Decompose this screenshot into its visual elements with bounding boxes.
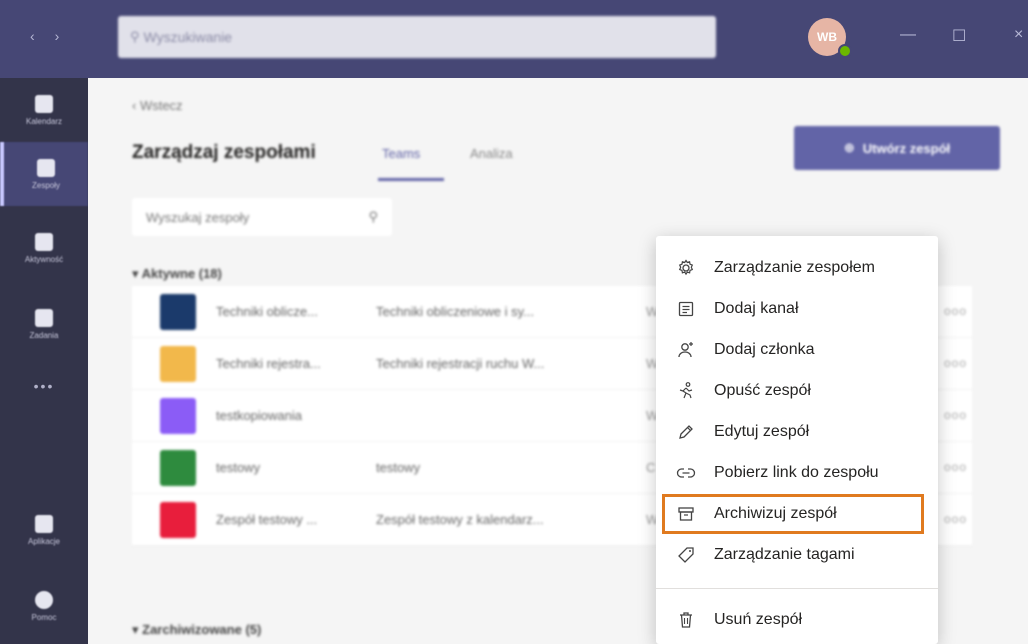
rail-item-activity[interactable]: Aktywność — [0, 216, 88, 280]
search-placeholder: Wyszukiwanie — [143, 29, 233, 45]
team-search-input[interactable]: Wyszukaj zespoły ⚲ — [132, 198, 392, 236]
menu-item-manage-tags[interactable]: Zarządzanie tagami — [656, 535, 938, 575]
team-logo — [160, 294, 196, 330]
rail-label: Zespoły — [31, 180, 60, 190]
team-name: testowy — [216, 460, 261, 475]
team-logo — [160, 502, 196, 538]
more-options-icon[interactable]: ooo — [944, 460, 967, 474]
section-label: Aktywne (18) — [141, 266, 222, 281]
forward-arrow-icon[interactable]: › — [55, 28, 60, 44]
menu-item-label: Opuść zespół — [714, 382, 811, 399]
gear-icon — [678, 259, 694, 276]
team-description: Techniki rejestracji ruchu W... — [376, 356, 545, 371]
section-label: Zarchiwizowane (5) — [142, 622, 262, 637]
rail-label: Zadania — [29, 330, 59, 340]
search-icon: ⚲ — [130, 29, 140, 44]
minimize-icon[interactable]: — — [900, 26, 916, 44]
more-options-icon[interactable]: ooo — [944, 512, 967, 526]
title-bar: ‹ › ⚲ Wyszukiwanie WB — ☐ × — [0, 0, 1028, 78]
team-description: Techniki obliczeniowe i sy... — [376, 304, 534, 319]
collapse-icon: ▾ — [132, 266, 142, 281]
collapse-icon: ▾ — [132, 622, 143, 637]
tab-analytics[interactable]: Analiza — [470, 146, 513, 161]
menu-item-get-link[interactable]: Pobierz link do zespołu — [656, 453, 938, 493]
rail-item-help[interactable]: Pomoc — [0, 574, 88, 638]
team-name: Zespół testowy ... — [216, 512, 318, 527]
rail-item-teams[interactable]: Zespoły — [0, 142, 88, 206]
menu-item-leave-team[interactable]: Opuść zespół — [656, 371, 938, 411]
back-arrow-icon[interactable]: ‹ — [30, 28, 35, 44]
app-rail: Kalendarz Zespoły Aktywność Zadania ••• … — [0, 78, 88, 644]
presence-status-icon — [838, 44, 852, 58]
menu-item-archive-team[interactable]: Archiwizuj zespół — [662, 494, 924, 534]
menu-item-label: Archiwizuj zespół — [714, 505, 837, 522]
menu-item-edit-team[interactable]: Edytuj zespół — [656, 412, 938, 452]
create-team-button[interactable]: ⊕ Utwórz zespół — [794, 126, 1000, 170]
link-icon — [676, 468, 696, 478]
page-title: Zarządzaj zespołami — [132, 142, 316, 163]
tab-teams[interactable]: Teams — [382, 146, 420, 161]
team-description: testowy — [376, 460, 421, 475]
apps-icon — [35, 514, 53, 533]
archive-icon — [678, 507, 694, 521]
rail-item-tasks[interactable]: Zadania — [0, 292, 88, 356]
team-logo — [160, 346, 196, 382]
menu-item-label: Usuń zespół — [714, 611, 803, 628]
menu-item-manage-team[interactable]: Zarządzanie zespołem — [656, 248, 938, 288]
close-icon[interactable]: × — [1014, 26, 1023, 44]
team-description: Zespół testowy z kalendarz... — [376, 512, 544, 527]
channel-icon — [678, 301, 694, 317]
menu-item-label: Zarządzanie tagami — [714, 546, 855, 563]
menu-item-add-channel[interactable]: Dodaj kanał — [656, 289, 938, 329]
bell-icon — [35, 232, 53, 251]
more-options-icon[interactable]: ooo — [944, 356, 967, 370]
search-input[interactable]: ⚲ Wyszukiwanie — [118, 16, 716, 58]
more-options-icon[interactable]: ooo — [944, 304, 967, 318]
tasks-icon — [35, 308, 53, 327]
archived-section-header[interactable]: ▾ Zarchiwizowane (5) — [132, 622, 261, 638]
team-name: testkopiowania — [216, 408, 302, 423]
active-tab-indicator — [378, 178, 444, 181]
back-link[interactable]: ‹ Wstecz — [132, 98, 183, 113]
menu-item-label: Dodaj kanał — [714, 300, 799, 317]
teams-icon — [37, 158, 55, 177]
search-icon: ⚲ — [368, 209, 378, 224]
maximize-icon[interactable]: ☐ — [952, 26, 966, 46]
help-icon — [35, 590, 53, 609]
leave-icon — [679, 382, 693, 399]
menu-item-delete-team[interactable]: Usuń zespół — [656, 600, 938, 640]
menu-divider — [656, 588, 938, 589]
pencil-icon — [679, 425, 693, 439]
create-team-label: Utwórz zespół — [862, 140, 951, 156]
more-options-icon[interactable]: ooo — [944, 408, 967, 422]
trash-icon — [680, 612, 692, 628]
menu-item-label: Edytuj zespół — [714, 423, 810, 440]
menu-item-label: Dodaj członka — [714, 341, 815, 358]
rail-label: Pomoc — [31, 612, 57, 622]
team-logo — [160, 450, 196, 486]
rail-label: Aplikacje — [27, 536, 60, 546]
menu-item-add-member[interactable]: Dodaj członka — [656, 330, 938, 370]
more-apps-icon[interactable]: ••• — [0, 378, 88, 394]
rail-item-apps[interactable]: Aplikacje — [0, 498, 88, 562]
active-section-header[interactable]: ▾ Aktywne (18) — [132, 266, 222, 282]
team-name: Techniki rejestra... — [216, 356, 321, 371]
team-type: C — [646, 460, 656, 475]
tag-icon — [678, 547, 694, 563]
menu-item-label: Pobierz link do zespołu — [714, 464, 879, 481]
rail-label: Kalendarz — [25, 116, 63, 126]
team-context-menu: Zarządzanie zespołem Dodaj kanał Dodaj c… — [656, 236, 938, 644]
team-logo — [160, 398, 196, 434]
menu-item-label: Zarządzanie zespołem — [714, 259, 875, 276]
team-name: Techniki oblicze... — [216, 304, 318, 319]
avatar-initials: WB — [817, 30, 837, 44]
calendar-icon — [35, 94, 53, 113]
add-team-icon: ⊕ — [843, 140, 855, 155]
team-search-placeholder: Wyszukaj zespoły — [146, 209, 250, 225]
add-member-icon — [678, 342, 693, 358]
history-nav: ‹ › — [30, 28, 59, 44]
rail-item-calendar[interactable]: Kalendarz — [0, 78, 88, 142]
rail-label: Aktywność — [24, 254, 64, 264]
